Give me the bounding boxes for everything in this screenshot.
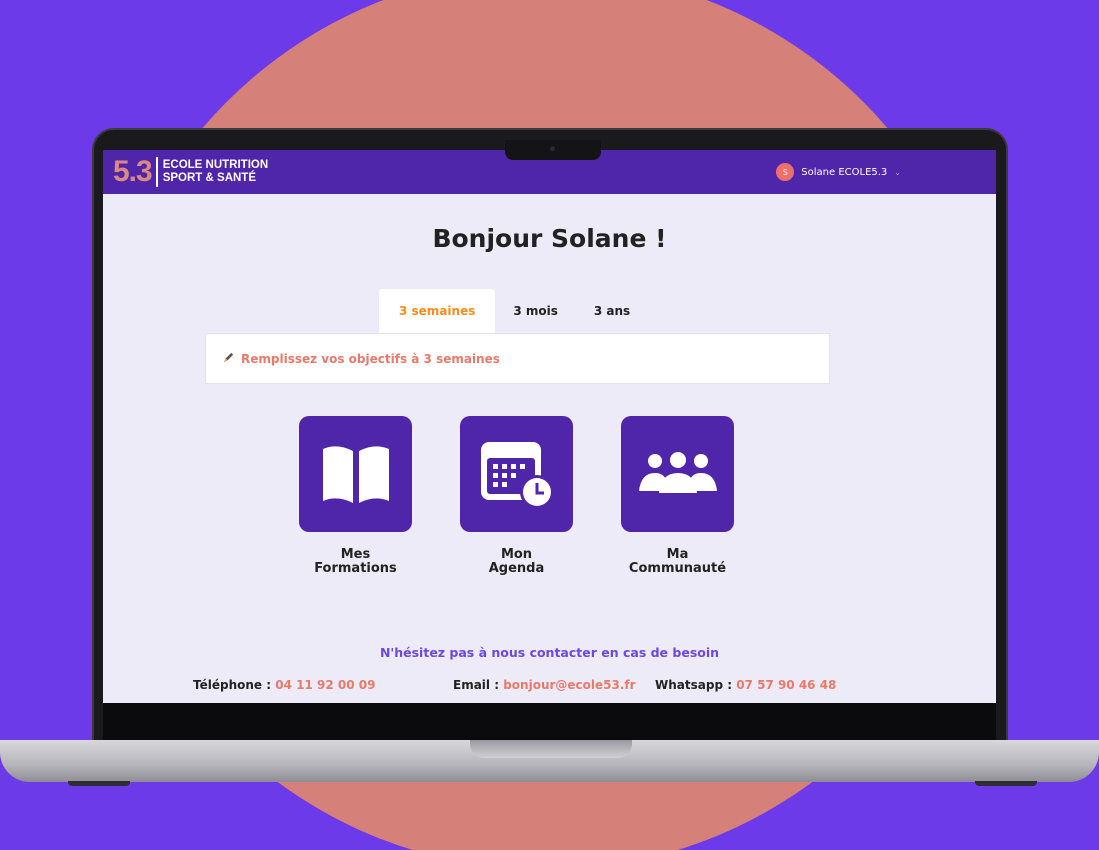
tile-mes-formations[interactable]: Mes Formations — [299, 416, 412, 576]
tile-label: Mon Agenda — [460, 548, 573, 576]
chevron-down-icon: ⌄ — [894, 167, 901, 177]
whatsapp-link[interactable]: 07 57 90 46 48 — [736, 678, 836, 692]
tile-label-line-2: Formations — [314, 561, 397, 576]
logo-text[interactable]: ECOLE NUTRITION SPORT & SANTÉ — [163, 159, 268, 185]
logo-line-2: SPORT & SANTÉ — [162, 172, 257, 184]
contact-title: N'hésitez pas à nous contacter en cas de… — [379, 645, 720, 660]
logo-number[interactable]: 5.3 — [113, 155, 153, 189]
objective-prompt-text: Remplissez vos objectifs à 3 semaines — [241, 351, 500, 366]
book-icon — [322, 446, 389, 503]
objective-prompt-link[interactable]: Remplissez vos objectifs à 3 semaines — [205, 333, 830, 384]
camera-notch — [505, 140, 601, 160]
tile-label-line-1: Mes — [340, 547, 371, 562]
page-title: Bonjour Solane ! — [432, 224, 667, 253]
tile-box[interactable] — [621, 416, 734, 532]
calendar-clock-icon — [480, 442, 554, 509]
user-name: Solane ECOLE5.3 — [801, 166, 888, 178]
group-icon — [638, 452, 717, 493]
tile-mon-agenda[interactable]: Mon Agenda — [460, 416, 573, 576]
tab-3-mois[interactable]: 3 mois — [495, 289, 576, 333]
tile-label-line-1: Ma — [666, 547, 689, 562]
tile-ma-communaute[interactable]: Ma Communauté — [621, 416, 734, 576]
tab-3-ans[interactable]: 3 ans — [576, 289, 648, 333]
email-label: Email : — [453, 678, 500, 692]
tile-box[interactable] — [460, 416, 573, 532]
phone-label: Téléphone : — [193, 678, 272, 692]
tile-box[interactable] — [299, 416, 412, 532]
avatar: S — [776, 163, 795, 181]
logo-divider — [155, 157, 158, 187]
tile-label-line-2: Agenda — [488, 561, 545, 576]
laptop-opening-groove — [470, 740, 632, 758]
laptop-foot-right — [975, 781, 1037, 786]
tile-label: Mes Formations — [299, 548, 412, 576]
pen-icon — [222, 351, 235, 367]
tile-label-line-2: Communauté — [628, 561, 727, 576]
laptop-foot-left — [68, 781, 130, 786]
goal-tabs: 3 semaines 3 mois 3 ans — [379, 289, 648, 333]
phone-link[interactable]: 04 11 92 00 09 — [275, 678, 375, 692]
screen-bezel-bottom — [103, 703, 996, 741]
tile-label: Ma Communauté — [621, 548, 734, 576]
contact-whatsapp: Whatsapp : 07 57 90 46 48 — [655, 678, 836, 692]
user-menu[interactable]: S Solane ECOLE5.3 ⌄ — [776, 163, 901, 181]
logo-line-1: ECOLE NUTRITION — [162, 159, 269, 171]
tab-3-semaines[interactable]: 3 semaines — [379, 289, 496, 333]
contact-email: Email : bonjour@ecole53.fr — [453, 678, 636, 692]
app-screen: 5.3 ECOLE NUTRITION SPORT & SANTÉ S Sola… — [103, 150, 996, 703]
whatsapp-label: Whatsapp : — [655, 678, 733, 692]
tile-label-line-1: Mon — [500, 547, 533, 562]
contact-phone: Téléphone : 04 11 92 00 09 — [193, 678, 375, 692]
email-link[interactable]: bonjour@ecole53.fr — [503, 678, 635, 692]
